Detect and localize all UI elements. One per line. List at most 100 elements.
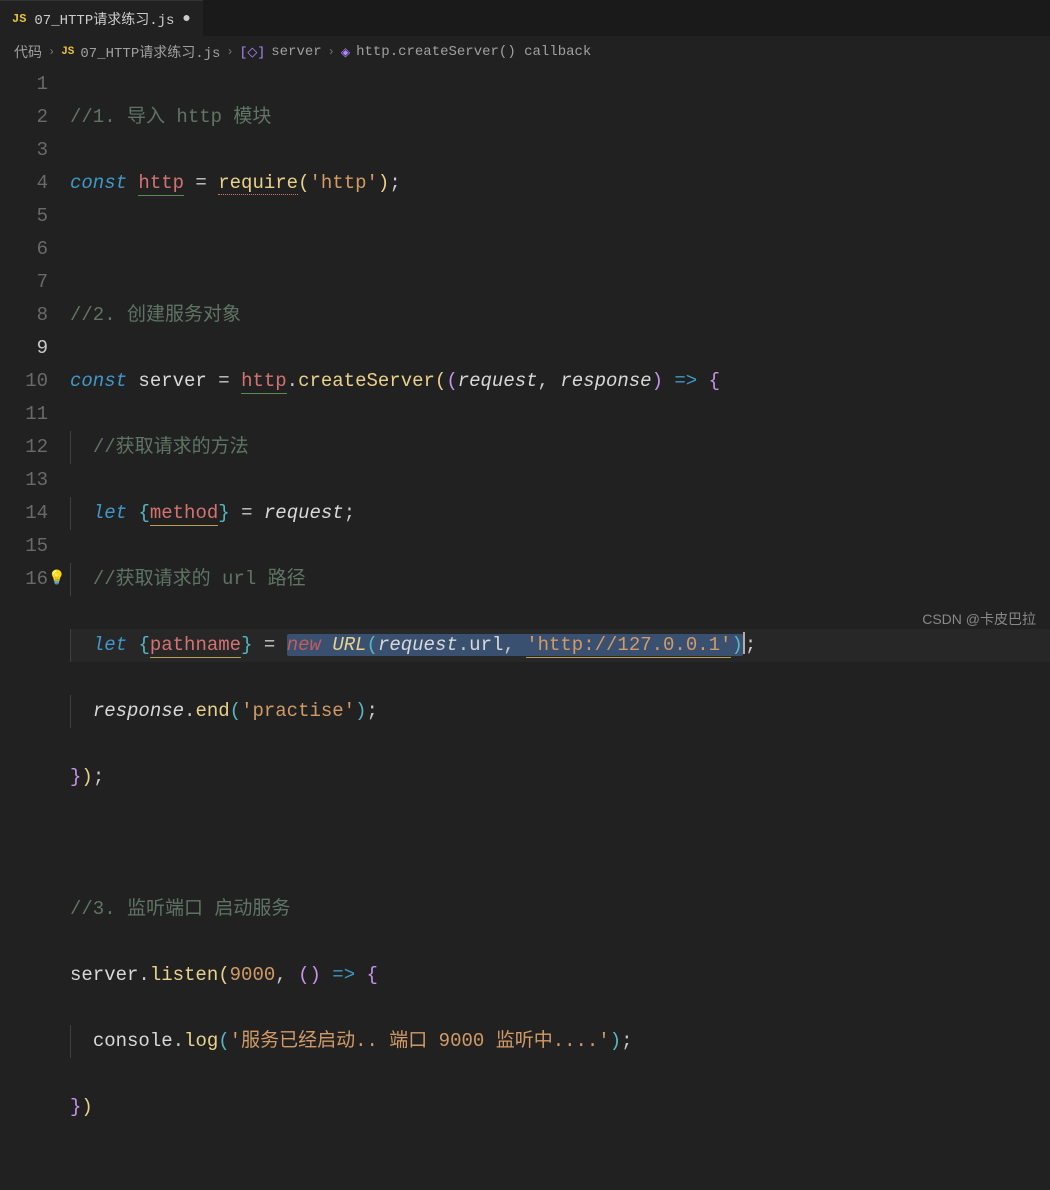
method-call: createServer [298, 370, 435, 392]
bracket: ) [652, 370, 663, 392]
code-line[interactable]: //获取请求的方法 [70, 431, 1050, 464]
comment-text: //2. 创建服务对象 [70, 304, 241, 326]
breadcrumb-item[interactable]: server [271, 44, 321, 60]
bracket: ( [446, 370, 457, 392]
line-number: 6 [0, 233, 48, 266]
tab-bar: JS 07_HTTP请求练习.js ● [0, 0, 1050, 36]
code-line[interactable]: const server = http.createServer((reques… [70, 365, 1050, 398]
object-ref: request [378, 634, 458, 656]
object-ref: server [70, 964, 138, 986]
operator: = [207, 370, 241, 392]
bracket: ( [298, 964, 309, 986]
string-literal: 'http' [309, 172, 377, 194]
bracket: ) [731, 634, 742, 656]
operator: = [184, 172, 218, 194]
comment-text: //1. 导入 http 模块 [70, 106, 271, 128]
code-line[interactable]: const http = require('http'); [70, 167, 1050, 200]
editor[interactable]: 1 2 3 4 5 6 7 8 9 10 11 12 13 14 15 16 /… [0, 68, 1050, 1190]
bracket: ( [435, 370, 446, 392]
bracket: } [70, 1096, 81, 1118]
code-line[interactable] [70, 827, 1050, 860]
line-number: 13 [0, 464, 48, 497]
number-literal: 9000 [230, 964, 276, 986]
bracket: ( [218, 964, 229, 986]
variable-name: method [150, 502, 218, 526]
line-number: 11 [0, 398, 48, 431]
code-line[interactable]: }); [70, 761, 1050, 794]
space [321, 634, 332, 656]
punctuation: . [458, 634, 469, 656]
modified-indicator-icon: ● [182, 11, 190, 27]
method-call: end [195, 700, 229, 722]
class-name: URL [332, 634, 366, 656]
js-file-icon: JS [12, 12, 26, 26]
line-number: 15 [0, 530, 48, 563]
comment-text: //3. 监听端口 启动服务 [70, 898, 290, 920]
code-line[interactable]: server.listen(9000, () => { [70, 959, 1050, 992]
code-area[interactable]: //1. 导入 http 模块 const http = require('ht… [70, 68, 1050, 1190]
operator: = [230, 502, 264, 524]
variable-name: server [138, 370, 206, 392]
object-ref: response [93, 700, 184, 722]
punctuation: , [275, 964, 298, 986]
punctuation: ; [344, 502, 355, 524]
code-line[interactable]: //1. 导入 http 模块 [70, 101, 1050, 134]
breadcrumb-item[interactable]: 07_HTTP请求练习.js [80, 42, 220, 62]
code-line[interactable]: let {method} = request; [70, 497, 1050, 530]
breadcrumb[interactable]: 代码 › JS 07_HTTP请求练习.js › [◇] server › ◈ … [0, 36, 1050, 68]
line-number: 10 [0, 365, 48, 398]
parameter: request [458, 370, 538, 392]
code-line[interactable]: //3. 监听端口 启动服务 [70, 893, 1050, 926]
keyword: const [70, 370, 127, 392]
bracket: { [367, 964, 378, 986]
code-line[interactable]: console.log('服务已经启动.. 端口 9000 监听中....'); [70, 1025, 1050, 1058]
line-number: 9 [0, 332, 48, 365]
breadcrumb-item[interactable]: http.createServer() callback [356, 44, 591, 60]
keyword: let [93, 502, 127, 524]
line-number: 12 [0, 431, 48, 464]
bracket: ( [230, 700, 241, 722]
comment-text: //获取请求的方法 [93, 436, 249, 458]
chevron-right-icon: › [328, 45, 335, 59]
punctuation: . [184, 700, 195, 722]
code-line[interactable]: 💡 //获取请求的 url 路径 [70, 563, 1050, 596]
variable-name: pathname [150, 634, 241, 658]
code-line[interactable]: let {pathname} = new URL(request.url, 'h… [70, 629, 1050, 662]
punctuation: . [138, 964, 149, 986]
tab-label: 07_HTTP请求练习.js [34, 9, 174, 29]
line-number: 8 [0, 299, 48, 332]
bracket: ( [218, 1030, 229, 1052]
function-call: require [218, 172, 298, 195]
line-number: 14 [0, 497, 48, 530]
object-ref: http [241, 370, 287, 394]
comment-text: //获取请求的 url 路径 [93, 568, 306, 590]
code-line[interactable]: //2. 创建服务对象 [70, 299, 1050, 332]
symbol-variable-icon: [◇] [240, 45, 266, 60]
bracket: ) [610, 1030, 621, 1052]
line-number: 5 [0, 200, 48, 233]
line-number: 1 [0, 68, 48, 101]
string-literal: 'practise' [241, 700, 355, 722]
chevron-right-icon: › [226, 45, 233, 59]
bracket: } [218, 502, 229, 524]
method-call: log [184, 1030, 218, 1052]
watermark-text: CSDN @卡皮巴拉 [922, 609, 1036, 629]
string-literal: '服务已经启动.. 端口 9000 监听中....' [230, 1030, 610, 1052]
punctuation: ; [367, 700, 378, 722]
code-line[interactable] [70, 233, 1050, 266]
code-line[interactable]: response.end('practise'); [70, 695, 1050, 728]
line-number-gutter: 1 2 3 4 5 6 7 8 9 10 11 12 13 14 15 16 [0, 68, 70, 1190]
keyword: let [93, 634, 127, 656]
bracket: ) [81, 766, 92, 788]
code-line[interactable]: }) [70, 1091, 1050, 1124]
tab-active[interactable]: JS 07_HTTP请求练习.js ● [0, 0, 203, 36]
bracket: ) [378, 172, 389, 194]
breadcrumb-item[interactable]: 代码 [14, 42, 42, 62]
line-number: 3 [0, 134, 48, 167]
keyword: new [287, 634, 321, 656]
line-number: 2 [0, 101, 48, 134]
bracket: ( [298, 172, 309, 194]
bracket: { [709, 370, 720, 392]
string-literal: 'http://127.0.0.1' [526, 634, 731, 658]
lightbulb-icon[interactable]: 💡 [48, 563, 65, 596]
